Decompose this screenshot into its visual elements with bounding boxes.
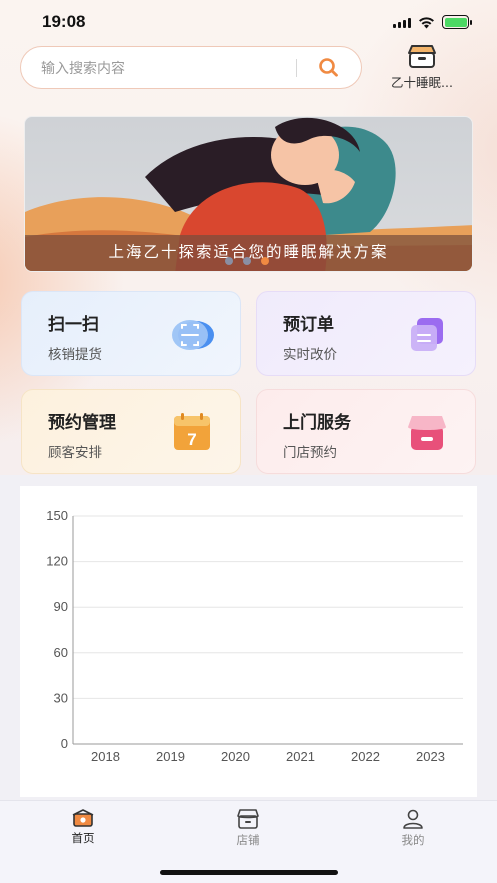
calendar-day-number: 7 (187, 430, 196, 449)
x-tick-label: 2020 (221, 749, 250, 764)
x-tick-label: 2018 (91, 749, 120, 764)
tab-home[interactable]: 首页 (43, 809, 123, 846)
chart-panel: 0 30 60 90 120 150 2018 2019 2020 2021 2022 2023 (20, 486, 477, 797)
y-tick-label: 90 (54, 599, 68, 614)
status-icons (393, 15, 472, 29)
scan-card[interactable]: 扫一扫 核销提货 (21, 291, 241, 376)
store-switch-button[interactable]: 乙十睡眠... (382, 44, 462, 96)
y-tick-label: 60 (54, 645, 68, 660)
y-tick-label: 120 (46, 554, 68, 569)
x-tick-label: 2021 (286, 749, 315, 764)
tab-profile[interactable]: 我的 (373, 809, 453, 848)
scan-icon (172, 320, 214, 350)
banner-caption: 上海乙十探索适合您的睡眠解决方案 (25, 235, 472, 271)
home-service-card[interactable]: 上门服务 门店预约 (256, 389, 476, 474)
y-tick-label: 30 (54, 690, 68, 705)
carousel-dot[interactable] (225, 257, 233, 265)
tab-label: 店铺 (236, 833, 260, 847)
status-time: 19:08 (42, 12, 86, 31)
carousel-dot-active[interactable] (261, 257, 269, 265)
appointment-card[interactable]: 预约管理 顾客安排 7 (21, 389, 241, 474)
y-tick-label: 0 (61, 736, 68, 751)
search-input[interactable]: 输入搜索内容 (41, 58, 296, 78)
order-icon (411, 318, 443, 351)
store-icon (237, 809, 259, 829)
shop-icon (408, 416, 446, 450)
user-icon (403, 809, 423, 829)
store-icon (408, 45, 436, 68)
carousel-dots[interactable] (225, 257, 269, 265)
x-tick-label: 2019 (156, 749, 185, 764)
search-divider (296, 58, 297, 77)
carousel-dot[interactable] (243, 257, 251, 265)
home-indicator (160, 870, 338, 875)
x-tick-label: 2023 (416, 749, 445, 764)
y-tick-label: 150 (46, 508, 68, 523)
status-bar: 19:08 (0, 0, 497, 44)
calendar-icon: 7 (174, 413, 210, 450)
wifi-icon (419, 16, 434, 28)
promo-banner[interactable]: 上海乙十探索适合您的睡眠解决方案 (24, 116, 473, 272)
cellular-signal-icon (393, 16, 411, 28)
tab-store[interactable]: 店铺 (208, 809, 288, 848)
yearly-chart: 0 30 60 90 120 150 2018 2019 2020 2021 2022 2023 (46, 508, 463, 764)
search-icon[interactable] (317, 57, 341, 79)
tab-label: 首页 (71, 831, 95, 845)
order-card[interactable]: 预订单 实时改价 (256, 291, 476, 376)
battery-icon (442, 15, 472, 29)
tab-label: 我的 (401, 833, 425, 847)
x-tick-label: 2022 (351, 749, 380, 764)
store-name: 乙十睡眠... (391, 75, 453, 90)
home-icon (72, 809, 94, 827)
search-bar[interactable]: 输入搜索内容 (20, 46, 362, 89)
